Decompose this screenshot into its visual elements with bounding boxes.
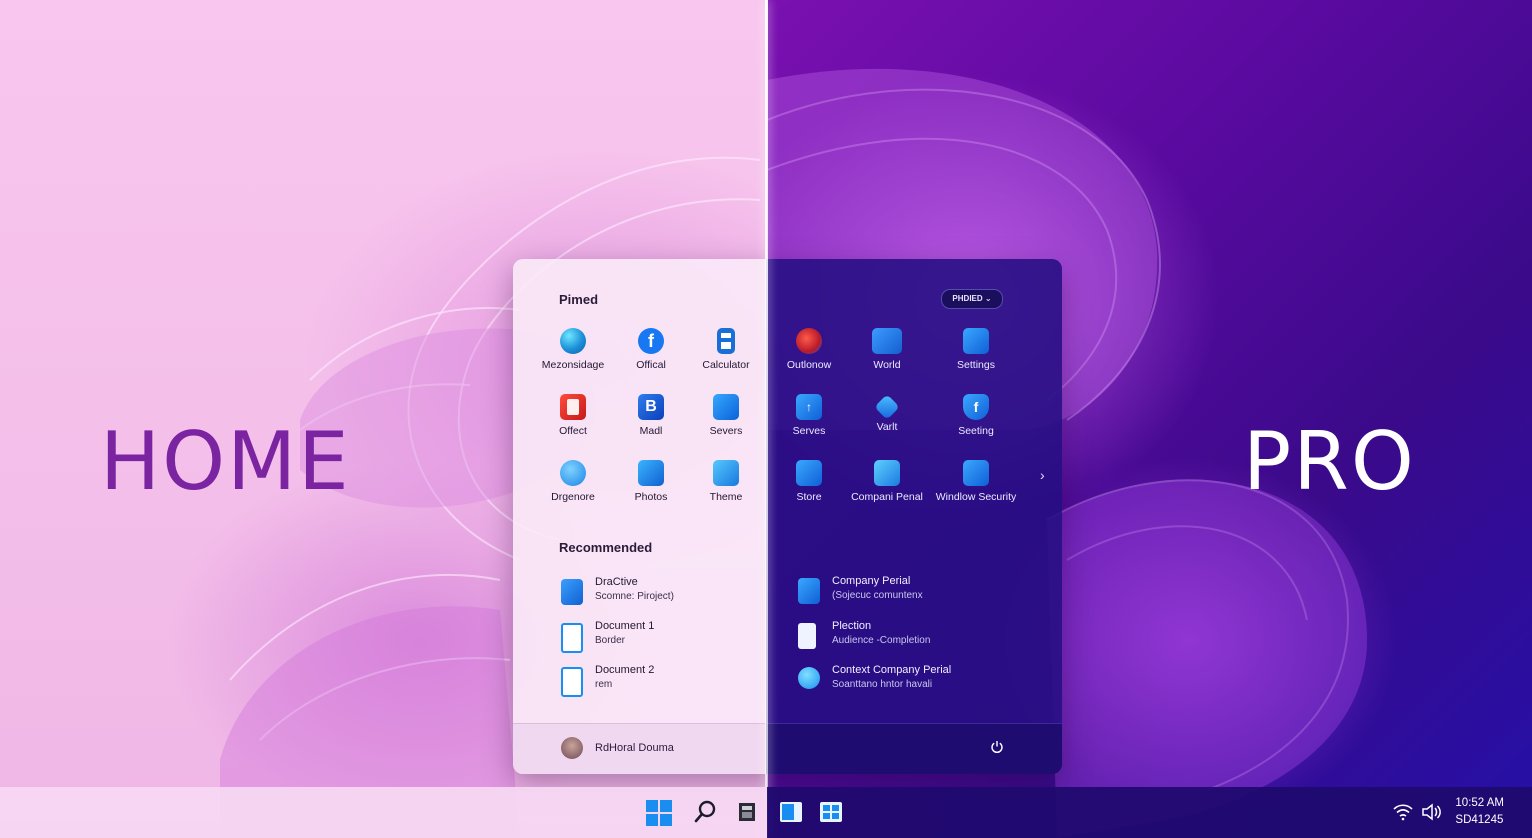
- severs-icon: [713, 394, 739, 420]
- pinned-app[interactable]: Compani Penal: [839, 460, 935, 503]
- pinned-app[interactable]: f Seeting: [928, 394, 1024, 437]
- document-icon: [561, 667, 583, 697]
- user-name: RdHoral Douma: [595, 742, 674, 754]
- pinned-app[interactable]: Varlt: [839, 394, 935, 433]
- recommended-item-subtitle: rem: [595, 679, 613, 690]
- edge-doc-icon: [798, 667, 820, 689]
- wifi-icon[interactable]: [1393, 803, 1413, 821]
- clock-time: 10:52 AM: [1455, 797, 1504, 809]
- pinned-app-label: Settings: [957, 359, 995, 371]
- pinned-toggle-pill[interactable]: PHDIED ⌄: [941, 289, 1003, 309]
- office-icon: [560, 394, 586, 420]
- serves-icon: ↑: [796, 394, 822, 420]
- edition-divider: [765, 0, 768, 838]
- footer-dark: [766, 723, 1062, 774]
- recommended-item-title: Plection: [832, 620, 872, 632]
- windows-start-icon[interactable]: [645, 799, 673, 827]
- photos-icon: [638, 460, 664, 486]
- pinned-app-label: Severs: [709, 425, 743, 437]
- shield-f-icon: f: [963, 394, 989, 420]
- edge-icon: [560, 328, 586, 354]
- recommended-item-subtitle: Border: [595, 635, 626, 646]
- company-folder-icon: [798, 578, 820, 604]
- pinned-app-label: World: [873, 359, 901, 371]
- control-panel-icon: [874, 460, 900, 486]
- pinned-app[interactable]: Calculator: [678, 328, 774, 371]
- recommended-section-title: Recommended: [559, 540, 653, 555]
- chevron-right-icon[interactable]: ›: [1040, 467, 1045, 483]
- recommended-item-title: Document 1: [595, 620, 655, 632]
- pinned-app-label: Theme: [709, 491, 743, 503]
- mail-icon: B: [638, 394, 664, 420]
- clock[interactable]: 10:52 AM SD41245: [1455, 795, 1504, 829]
- settings-icon: [963, 328, 989, 354]
- spreadsheet-icon: [798, 623, 816, 649]
- store-icon: [796, 460, 822, 486]
- clock-date: SD41245: [1455, 814, 1504, 826]
- pinned-app-label: Seeting: [958, 425, 994, 437]
- theme-icon: [713, 460, 739, 486]
- store-taskbar-icon[interactable]: [818, 799, 844, 825]
- file-explorer-icon[interactable]: [737, 799, 759, 825]
- maps-pin-icon: [560, 460, 586, 486]
- facebook-icon: f: [638, 328, 664, 354]
- outlook-icon: [796, 328, 822, 354]
- start-menu: Pimed PHDIED ⌄ Mezonsidage f Offical Cal…: [513, 259, 1062, 774]
- windows-security-icon: [963, 460, 989, 486]
- pinned-app[interactable]: World: [839, 328, 935, 371]
- recommended-item-subtitle: Soanttano hntor havali: [832, 679, 933, 690]
- pinned-app-label: Calculator: [702, 359, 750, 371]
- recommended-item-title: Company Perial: [832, 575, 911, 587]
- folder-icon: [561, 579, 583, 605]
- pro-edition-label: PRO: [1243, 415, 1416, 508]
- pinned-app[interactable]: Settings: [928, 328, 1024, 371]
- pinned-app[interactable]: Theme: [678, 460, 774, 503]
- pinned-app[interactable]: Severs: [678, 394, 774, 437]
- pinned-app-label: Windlow Security: [935, 491, 1017, 503]
- recommended-item-title: Context Company Perial: [832, 664, 952, 676]
- pinned-app-label: Varlt: [876, 421, 898, 433]
- home-edition-label: HOME: [100, 415, 351, 508]
- avatar: [561, 737, 583, 759]
- recommended-item-subtitle: Scomne: Piroject): [595, 591, 674, 602]
- task-view-icon[interactable]: [778, 799, 804, 825]
- volume-icon[interactable]: [1421, 803, 1441, 821]
- recommended-item-title: Document 2: [595, 664, 655, 676]
- vault-icon: [874, 394, 900, 420]
- document-icon: [561, 623, 583, 653]
- taskbar-dark: [767, 787, 1532, 838]
- calculator-icon: [717, 328, 735, 354]
- taskbar: 10:52 AM SD41245: [0, 787, 1532, 838]
- recommended-item-subtitle: Audience -Completion: [832, 635, 931, 646]
- pinned-app-label: Compani Penal: [851, 491, 923, 503]
- recommended-item-subtitle: (Sojecuc comuntenx: [832, 590, 923, 601]
- pinned-section-title: Pimed: [559, 292, 599, 307]
- word-icon: [872, 328, 902, 354]
- recommended-item-title: DraCtive: [595, 576, 638, 588]
- power-icon[interactable]: [990, 740, 1004, 754]
- search-icon[interactable]: [694, 799, 718, 825]
- pinned-app[interactable]: Windlow Security: [928, 460, 1024, 503]
